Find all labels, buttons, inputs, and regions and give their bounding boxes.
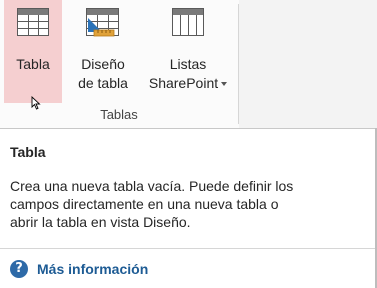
more-info-label[interactable]: Más información: [37, 261, 148, 277]
tooltip-description-line: Crea una nueva tabla vacía. Puede defini…: [10, 178, 294, 194]
sharepoint-lists-button-label: Listas SharePoint: [148, 55, 228, 93]
table-design-label-line2: de tabla: [78, 75, 128, 91]
sharepoint-label-line2: SharePoint: [148, 74, 228, 93]
table-design-label-line1: Diseño: [81, 56, 125, 72]
sharepoint-list-icon: [172, 8, 204, 46]
tooltip-description-line: abrir la tabla en vista Diseño.: [10, 214, 191, 230]
more-info-link[interactable]: ? Más información: [10, 260, 148, 278]
sharepoint-label-line2-text: SharePoint: [148, 75, 219, 91]
sharepoint-label-line1: Listas: [169, 56, 207, 72]
table-design-button-label: Diseño de tabla: [78, 55, 128, 93]
tooltip-description: Crea una nueva tabla vacía. Puede defini…: [10, 177, 370, 231]
table-design-icon: [86, 8, 120, 46]
tooltip-title: Tabla: [10, 144, 46, 160]
table-button[interactable]: Tabla: [4, 0, 62, 103]
table-design-button[interactable]: Diseño de tabla: [66, 0, 140, 103]
table-button-label: Tabla: [16, 56, 50, 72]
ribbon-group-label: Tablas: [100, 107, 138, 122]
help-icon: ?: [10, 260, 28, 278]
ribbon-empty-area: [239, 0, 377, 128]
tooltip-separator: [0, 248, 377, 249]
table-icon: [17, 8, 49, 46]
sharepoint-lists-button[interactable]: Listas SharePoint: [140, 0, 236, 103]
tooltip: Tabla Crea una nueva tabla vacía. Puede …: [0, 128, 377, 288]
tooltip-description-line: campos directamente en una nueva tabla o: [10, 196, 279, 212]
chevron-down-icon[interactable]: [221, 82, 228, 87]
group-separator: [238, 4, 239, 124]
